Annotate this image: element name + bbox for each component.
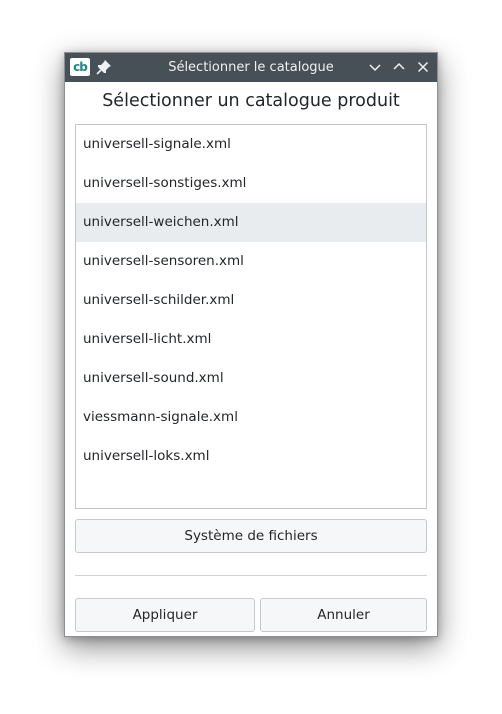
list-item[interactable]: universell-schilder.xml: [76, 281, 426, 320]
dialog-window: cb Sélectionner le catalogue Sélectionne…: [64, 52, 438, 637]
cancel-button[interactable]: Annuler: [260, 598, 427, 632]
list-item[interactable]: universell-sensoren.xml: [76, 242, 426, 281]
apply-button[interactable]: Appliquer: [75, 598, 255, 632]
pin-icon[interactable]: [96, 59, 112, 75]
catalog-list[interactable]: universell-signale.xml universell-sonsti…: [75, 124, 427, 509]
minimize-icon[interactable]: [367, 59, 383, 75]
list-item[interactable]: universell-sonstiges.xml: [76, 164, 426, 203]
maximize-icon[interactable]: [391, 59, 407, 75]
title-bar[interactable]: cb Sélectionner le catalogue: [65, 53, 437, 82]
dialog-heading: Sélectionner un catalogue produit: [102, 91, 400, 111]
list-item-selected[interactable]: universell-weichen.xml: [76, 203, 426, 242]
window-title: Sélectionner le catalogue: [168, 60, 334, 75]
list-item[interactable]: viessmann-signale.xml: [76, 398, 426, 437]
list-item[interactable]: universell-loks.xml: [76, 437, 426, 476]
close-icon[interactable]: [415, 59, 431, 75]
list-item[interactable]: universell-signale.xml: [76, 125, 426, 164]
list-item[interactable]: universell-licht.xml: [76, 320, 426, 359]
filesystem-button[interactable]: Système de fichiers: [75, 519, 427, 553]
app-icon: cb: [70, 58, 90, 76]
list-item[interactable]: universell-sound.xml: [76, 359, 426, 398]
divider: [75, 575, 427, 576]
